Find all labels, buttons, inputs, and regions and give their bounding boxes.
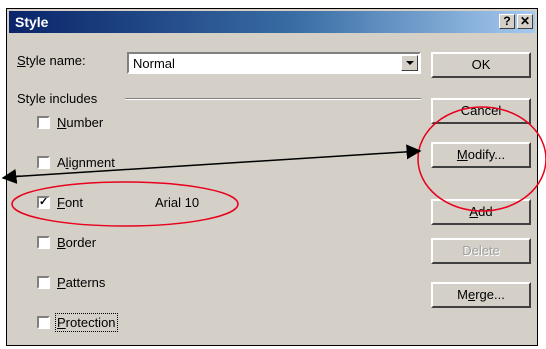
annotation-arrow-left	[1, 168, 21, 184]
annotation-overlay	[1, 106, 546, 227]
modify-highlight-ellipse	[417, 106, 546, 212]
font-highlight-ellipse	[11, 181, 239, 227]
annotation-arrow-right	[7, 144, 422, 178]
